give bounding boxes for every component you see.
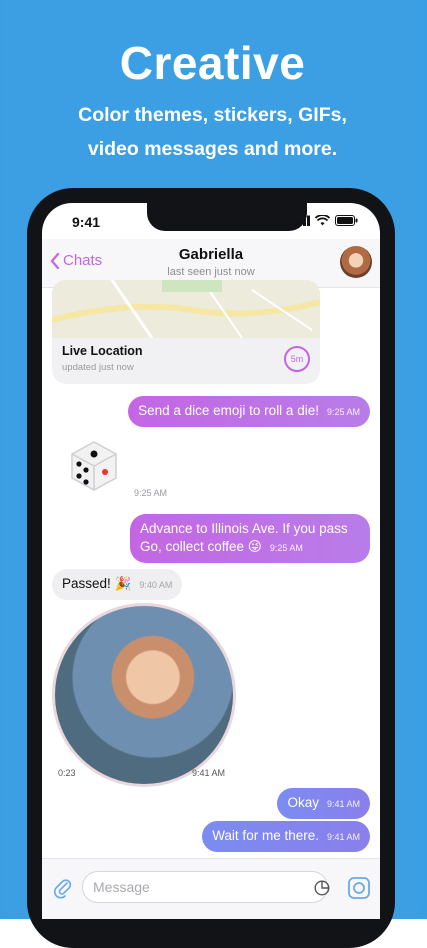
incoming-message[interactable]: Passed! 🎉 9:40 AM [52, 569, 183, 600]
message-text: Send a dice emoji to roll a die! [138, 403, 319, 418]
phone-notch [147, 203, 307, 231]
avatar[interactable] [340, 246, 372, 278]
composer-bar [42, 858, 380, 919]
sticker-time: 9:25 AM [134, 488, 168, 498]
outgoing-message[interactable]: Okay 9:41 AM [277, 788, 370, 819]
outgoing-message[interactable]: Advance to Illinois Ave. If you pass Go,… [130, 514, 370, 563]
message-text: Passed! 🎉 [62, 576, 132, 591]
promo-title: Creative [119, 37, 306, 89]
phone-screen: 9:41 Chats Gabriella last seen just now … [42, 203, 380, 919]
status-icons [294, 215, 358, 226]
video-duration: 0:23 [58, 768, 76, 778]
message-text: Advance to Illinois Ave. If you pass Go,… [140, 521, 348, 554]
battery-icon [335, 215, 358, 226]
status-time: 9:41 [72, 214, 101, 230]
map-preview [52, 280, 320, 338]
live-location-updated: updated just now [62, 362, 134, 373]
outgoing-message[interactable]: Send a dice emoji to roll a die! 9:25 AM [128, 396, 370, 427]
live-location-card[interactable]: Live Location updated just now 5m [52, 280, 320, 384]
message-input[interactable] [82, 871, 328, 903]
message-time: 9:41 AM [326, 832, 360, 842]
outgoing-message[interactable]: Wait for me there. 9:41 AM [202, 821, 370, 852]
paperclip-icon[interactable] [52, 877, 74, 899]
round-video-message[interactable] [52, 603, 236, 787]
promo-subtitle-line1: Color themes, stickers, GIFs, [78, 104, 347, 126]
promo-subtitle-line2: video messages and more. [87, 138, 338, 160]
message-time: 9:25 AM [269, 543, 303, 553]
sticker-icon[interactable] [314, 880, 330, 896]
live-location-timer: 5m [284, 346, 310, 372]
message-time: 9:40 AM [139, 580, 173, 590]
live-location-title: Live Location [62, 344, 143, 358]
dice-sticker[interactable] [64, 436, 122, 494]
message-text: Wait for me there. [212, 828, 319, 843]
message-time: 9:25 AM [326, 407, 360, 417]
cellular-signal-icon [294, 215, 310, 226]
contact-status: last seen just now [167, 266, 255, 278]
contact-name[interactable]: Gabriella [42, 246, 380, 263]
message-time: 9:41 AM [326, 799, 360, 809]
camera-icon[interactable] [346, 875, 372, 901]
message-text: Okay [287, 795, 319, 810]
wifi-icon [315, 215, 330, 226]
video-time: 9:41 AM [192, 768, 226, 778]
message-list[interactable]: Live Location updated just now 5m Send a… [42, 280, 380, 860]
